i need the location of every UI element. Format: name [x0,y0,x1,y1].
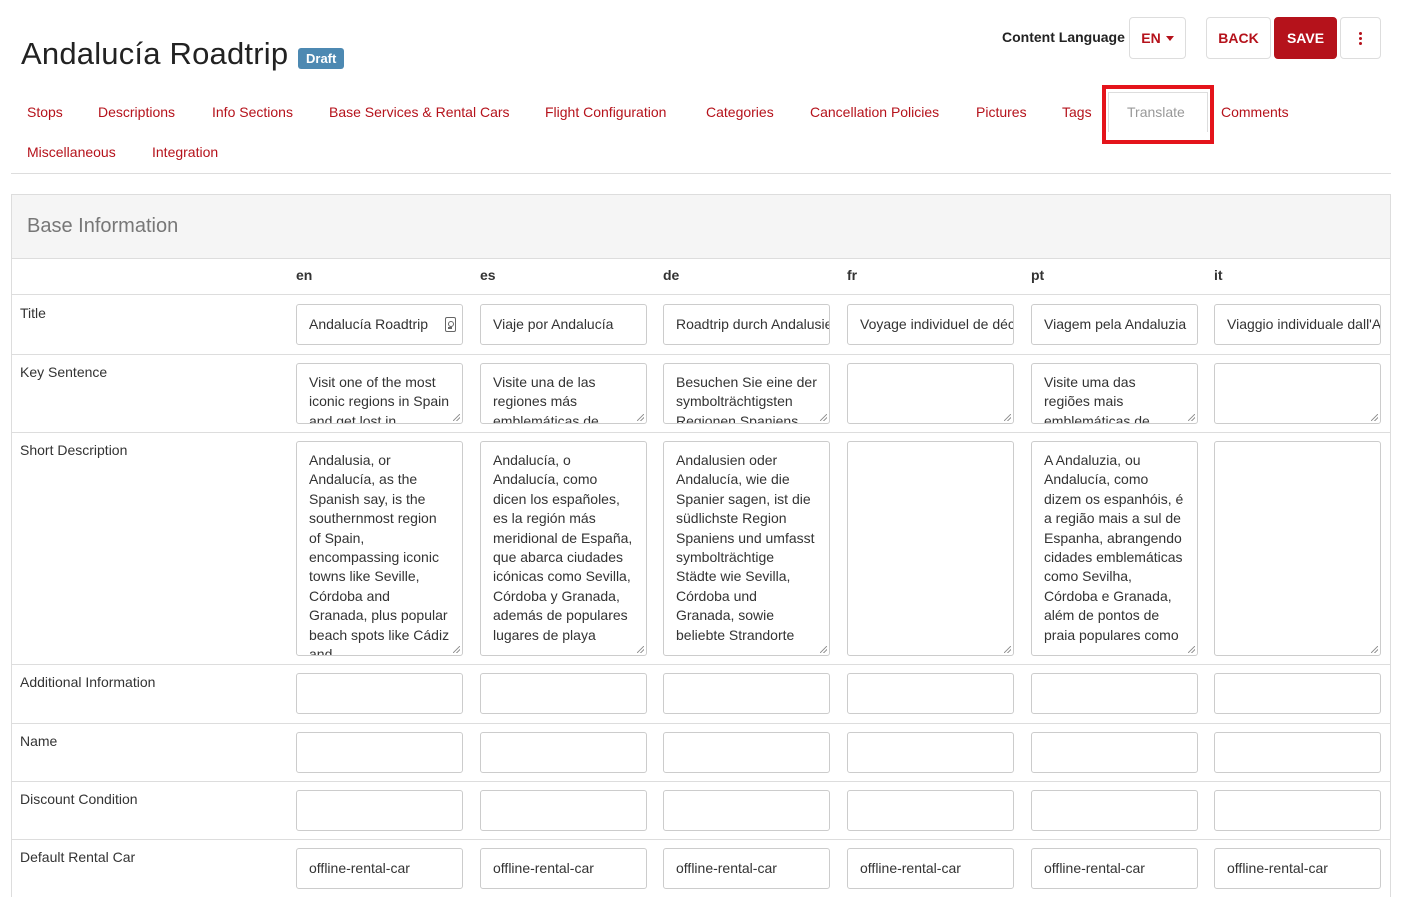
title-value-en: Andalucía Roadtrip [309,316,429,332]
tab-info-sections[interactable]: Info Sections [212,104,293,120]
discount-condition-field-pt[interactable] [1031,790,1198,831]
tab-comments[interactable]: Comments [1221,104,1289,120]
row-divider [12,781,1390,782]
column-header-pt: pt [1031,267,1045,283]
title-field-fr[interactable]: Voyage individuel de découverte [847,304,1014,345]
row-label-title: Title [20,305,46,321]
additional-information-field-en[interactable] [296,673,463,714]
name-field-fr[interactable] [847,732,1014,773]
name-field-es[interactable] [480,732,647,773]
default-rental-car-field-pt[interactable]: offline-rental-car [1031,848,1198,889]
name-field-pt[interactable] [1031,732,1198,773]
tab-cancellation-policies[interactable]: Cancellation Policies [810,104,939,120]
additional-information-field-it[interactable] [1214,673,1381,714]
additional-information-field-pt[interactable] [1031,673,1198,714]
column-header-de: de [663,267,680,283]
tab-integration[interactable]: Integration [152,144,218,160]
default-rental-car-field-es[interactable]: offline-rental-car [480,848,647,889]
discount-condition-field-it[interactable] [1214,790,1381,831]
additional-information-field-de[interactable] [663,673,830,714]
row-label-discount-condition: Discount Condition [20,791,138,807]
discount-condition-field-de[interactable] [663,790,830,831]
tab-flight-configuration[interactable]: Flight Configuration [545,104,666,120]
short-description-field-es[interactable]: Andalucía, o Andalucía, como dicen los e… [480,441,647,656]
panel-title: Base Information [27,215,179,237]
tab-categories[interactable]: Categories [706,104,774,120]
key-sentence-field-de[interactable]: Besuchen Sie eine der symbolträchtigsten… [663,363,830,424]
tab-descriptions[interactable]: Descriptions [98,104,175,120]
caret-down-icon [1165,35,1174,41]
row-label-name: Name [20,733,58,749]
default-rental-car-field-de[interactable]: offline-rental-car [663,848,830,889]
key-sentence-field-es[interactable]: Visite una de las regiones más emblemáti… [480,363,647,424]
title-field-it[interactable]: Viaggio individuale dall'Andalusia [1214,304,1381,345]
title-field-de[interactable]: Roadtrip durch Andalusien [663,304,830,345]
row-divider [12,723,1390,724]
password-manager-icon[interactable] [445,317,456,332]
row-divider [12,664,1390,665]
status-badge: Draft [298,48,345,69]
short-description-field-fr[interactable] [847,441,1014,656]
tabs-divider [11,173,1391,174]
column-header-it: it [1214,267,1223,283]
default-rental-car-field-fr[interactable]: offline-rental-car [847,848,1014,889]
content-language-value: EN [1141,30,1161,46]
highlight-annotation-box [1102,85,1214,144]
column-header-en: en [296,267,313,283]
row-label-additional-information: Additional Information [20,674,156,690]
row-label-default-rental-car: Default Rental Car [20,849,136,865]
back-button[interactable]: BACK [1206,17,1271,59]
key-sentence-field-pt[interactable]: Visite uma das regiões mais emblemáticas… [1031,363,1198,424]
tab-pictures[interactable]: Pictures [976,104,1027,120]
save-button[interactable]: SAVE [1274,17,1337,59]
title-field-en[interactable]: Andalucía Roadtrip [296,304,463,345]
tab-tags[interactable]: Tags [1062,104,1092,120]
page-title: Andalucía Roadtrip [21,36,289,71]
name-field-it[interactable] [1214,732,1381,773]
content-language-label: Content Language [1002,29,1125,45]
tab-miscellaneous[interactable]: Miscellaneous [27,144,116,160]
row-label-short-description: Short Description [20,442,128,458]
title-field-es[interactable]: Viaje por Andalucía [480,304,647,345]
tab-base-services-rental-cars[interactable]: Base Services & Rental Cars [329,104,510,120]
column-header-es: es [480,267,496,283]
more-vertical-icon [1359,31,1362,45]
short-description-field-it[interactable] [1214,441,1381,656]
title-field-pt[interactable]: Viagem pela Andaluzia [1031,304,1198,345]
tab-stops[interactable]: Stops [27,104,63,120]
more-options-button[interactable] [1340,17,1381,59]
additional-information-field-es[interactable] [480,673,647,714]
discount-condition-field-en[interactable] [296,790,463,831]
key-sentence-field-en[interactable]: Visit one of the most iconic regions in … [296,363,463,424]
default-rental-car-field-en[interactable]: offline-rental-car [296,848,463,889]
name-field-en[interactable] [296,732,463,773]
short-description-field-en[interactable]: Andalusia, or Andalucía, as the Spanish … [296,441,463,656]
row-divider [12,354,1390,355]
row-divider [12,432,1390,433]
column-header-fr: fr [847,267,858,283]
name-field-de[interactable] [663,732,830,773]
panel-header: Base Information [12,195,1390,259]
discount-condition-field-es[interactable] [480,790,647,831]
additional-information-field-fr[interactable] [847,673,1014,714]
short-description-field-de[interactable]: Andalusien oder Andalucía, wie die Spani… [663,441,830,656]
key-sentence-field-fr[interactable] [847,363,1014,424]
row-divider [12,839,1390,840]
table-header-divider [12,294,1390,295]
short-description-field-pt[interactable]: A Andaluzia, ou Andalucía, como dizem os… [1031,441,1198,656]
default-rental-car-field-it[interactable]: offline-rental-car [1214,848,1381,889]
key-sentence-field-it[interactable] [1214,363,1381,424]
content-language-dropdown[interactable]: EN [1129,17,1186,59]
discount-condition-field-fr[interactable] [847,790,1014,831]
row-label-key-sentence: Key Sentence [20,364,108,380]
